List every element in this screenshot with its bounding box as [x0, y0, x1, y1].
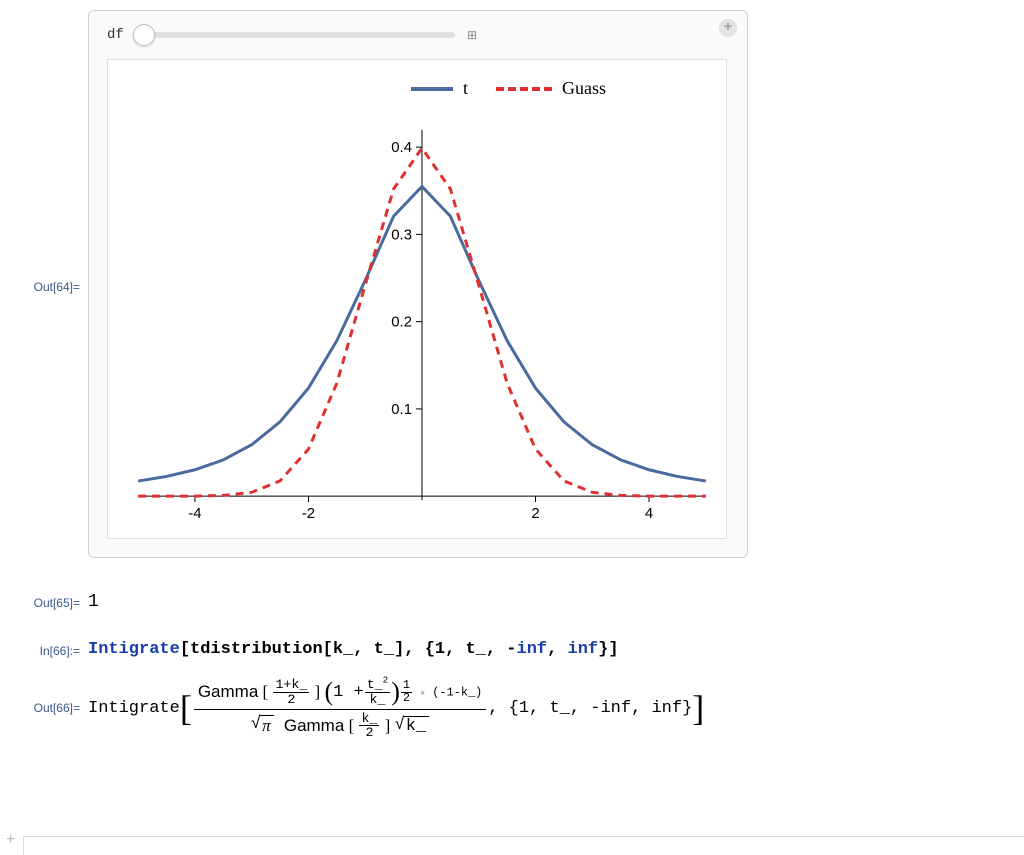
in66-mid[interactable]: , — [547, 640, 567, 659]
cell-label-out64: Out[64]= — [0, 0, 88, 294]
legend-label-t: t — [463, 78, 468, 99]
gamma-den: Gamma — [284, 716, 344, 736]
out66-expression: Intigrate [ Gamma [ 1+k_2 ] ( 1 + t_2 k_ — [88, 677, 1024, 740]
in66-fnargs[interactable]: [k_, t_] — [323, 640, 405, 659]
out65-value: 1 — [88, 592, 99, 612]
legend-swatch-gauss — [496, 87, 552, 91]
cell-label-in66: In[66]:= — [0, 640, 88, 658]
svg-text:-4: -4 — [188, 505, 201, 522]
out66-tail: , {1, t_, -inf, inf} — [488, 699, 692, 718]
in66-inf2[interactable]: inf — [568, 640, 599, 659]
right-bracket-icon: ] — [692, 690, 704, 726]
in66-close[interactable]: }] — [598, 640, 618, 659]
new-cell-plus-icon[interactable]: + — [0, 831, 23, 849]
t2-top: t_ — [367, 677, 383, 692]
slider-label-df: df — [107, 27, 125, 43]
svg-text:0.4: 0.4 — [391, 139, 412, 156]
frac-2a: 2 — [285, 693, 297, 706]
in66-range[interactable]: {1, t_, - — [425, 640, 517, 659]
svg-text:0.2: 0.2 — [391, 314, 412, 331]
svg-text:-2: -2 — [302, 505, 315, 522]
slider-thumb[interactable] — [133, 24, 155, 46]
in66-open[interactable]: [ — [180, 640, 190, 659]
exp-neg1mk: (-1-k_) — [432, 685, 482, 699]
slider-expand-icon[interactable]: ⊞ — [465, 28, 479, 42]
plot-legend: t Guass — [411, 78, 606, 99]
frac-1plusk: 1+k_ — [273, 678, 309, 692]
cell-label-out65: Out[65]= — [0, 592, 88, 610]
svg-text:4: 4 — [645, 505, 653, 522]
svg-text:2: 2 — [531, 505, 539, 522]
new-cell-bar[interactable]: + — [0, 830, 1024, 849]
legend-label-gauss: Guass — [562, 78, 606, 99]
sqrt-pi: π — [251, 715, 274, 736]
k-over-2-bot: 2 — [363, 726, 375, 739]
k-bottom: k_ — [368, 693, 388, 706]
slider-df[interactable] — [135, 32, 455, 38]
out66-head: Intigrate — [88, 699, 180, 718]
k-over-2-top: k_ — [359, 712, 379, 726]
left-bracket-icon: [ — [180, 690, 192, 726]
svg-text:0.1: 0.1 — [391, 401, 412, 418]
svg-text:0.3: 0.3 — [391, 226, 412, 243]
plus-icon[interactable]: + — [719, 19, 737, 37]
legend-swatch-t — [411, 87, 453, 91]
cell-label-out66: Out[66]= — [0, 677, 88, 715]
sqrt-k: k_ — [395, 716, 430, 736]
in66-fn[interactable]: tdistribution — [190, 640, 323, 659]
plot-frame: t Guass -4 -2 2 4 0.1 0.2 0.3 0.4 — [107, 59, 727, 539]
plot-svg: -4 -2 2 4 0.1 0.2 0.3 0.4 — [108, 60, 726, 538]
in66-head[interactable]: Intigrate — [88, 640, 180, 659]
gamma-num: Gamma — [198, 682, 258, 702]
manipulate-panel: + df ⊞ t G — [88, 10, 748, 558]
in66-sep[interactable]: , — [404, 640, 424, 659]
in66-inf1[interactable]: inf — [517, 640, 548, 659]
